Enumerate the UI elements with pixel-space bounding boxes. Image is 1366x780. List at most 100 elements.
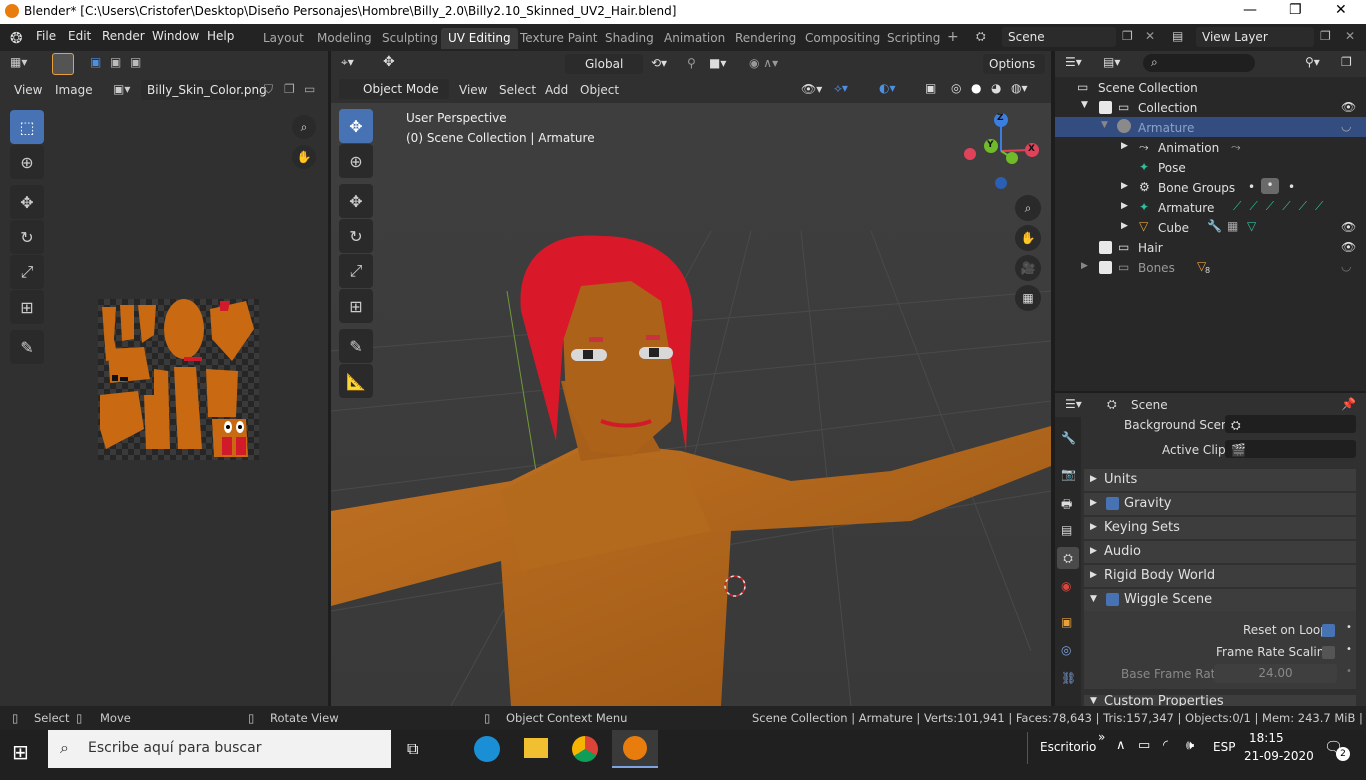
outliner-row-cube[interactable]: ▶ ▽ Cube 🔧 ▦ ▽ 👁 [1055,217,1366,237]
language-indicator[interactable]: ESP [1213,740,1235,754]
transform-tool-icon[interactable]: ⊞ [339,289,373,323]
editor-type-icon[interactable]: ▦▾ [10,55,27,69]
outliner-row-pose[interactable]: ✦ Pose [1055,157,1366,177]
select-box-tool-icon[interactable]: ✥ [339,109,373,143]
panel-audio[interactable]: ▶ Audio [1084,541,1356,563]
physics-tab-icon[interactable]: ◎ [1061,643,1071,657]
show-hidden-icons-icon[interactable]: ∧ [1116,738,1126,753]
perspective-grid-icon[interactable]: ▦ [1015,285,1041,311]
editor-type-icon[interactable]: ☰▾ [1065,397,1082,411]
scale-tool-icon[interactable]: ⤢ [10,255,44,289]
hidden-eye-icon[interactable]: ◡ [1341,119,1351,133]
navigation-gizmo[interactable]: Z X Y [961,113,1041,193]
output-tab-icon[interactable]: 🖶 [1061,495,1072,516]
base-frame-rate-field[interactable]: 24.00 [1214,664,1337,683]
tab-shading[interactable]: Shading [598,28,661,49]
filter-icon[interactable]: ⚲▾ [1305,55,1320,69]
fake-user-icon[interactable]: ⛉ [264,82,273,97]
annotate-tool-icon[interactable]: ✎ [10,330,44,364]
volume-icon[interactable]: 🕪 [1186,738,1194,753]
cursor-tool-icon[interactable]: ⊕ [10,145,44,179]
panel-gravity[interactable]: ▶ Gravity [1084,493,1356,515]
tab-modeling[interactable]: Modeling [310,28,379,49]
options-button[interactable]: Options [983,54,1045,74]
expand-icon[interactable]: ▶ [1121,201,1128,211]
keyframe-dot-icon[interactable]: • [1346,666,1352,677]
rendered-shading-icon[interactable]: ◍▾ [1011,81,1028,95]
panel-keying-sets[interactable]: ▶ Keying Sets [1084,517,1356,539]
outliner-row-collection[interactable]: ▼ ▭ Collection 👁 [1055,97,1366,117]
blender-menu-icon[interactable]: ❂ [10,29,23,47]
pivot-icon[interactable]: ⟲▾ [651,56,667,70]
panel-custom-properties[interactable]: ▼ Custom Properties [1084,695,1356,706]
view-layer-tab-icon[interactable]: ▤ [1061,523,1072,537]
outliner-search-input[interactable]: ⌕ [1143,54,1255,72]
image-browse-icon[interactable]: ▣▾ [113,82,130,96]
new-scene-icon[interactable]: ❐ [1122,29,1133,43]
gravity-checkbox[interactable] [1106,497,1119,510]
wiggle-scene-checkbox[interactable] [1106,593,1119,606]
tab-sculpting[interactable]: Sculpting [375,28,445,49]
expand-icon[interactable]: ▼ [1081,100,1088,110]
file-explorer-icon[interactable] [524,738,548,758]
snap-icon[interactable]: ⚲ [687,56,696,70]
image-name-field[interactable]: Billy_Skin_Color.png [141,80,267,100]
panel-wiggle-scene[interactable]: ▼ Wiggle Scene [1084,589,1356,611]
mode-selector[interactable]: Object Mode [339,79,449,99]
reset-on-loop-checkbox[interactable] [1322,624,1335,637]
expand-icon[interactable]: ▶ [1121,221,1128,231]
tab-rendering[interactable]: Rendering [728,28,803,49]
constraint-tab-icon[interactable]: ⛓ [1061,671,1076,685]
camera-icon[interactable]: 🎥 [1015,255,1041,281]
menu-window[interactable]: Window [152,29,199,43]
toolbar-expand[interactable]: » [1098,730,1105,744]
overlay-icon[interactable]: ◐▾ [879,81,896,95]
eye-icon[interactable]: 👁 [1341,220,1356,234]
close-button[interactable]: ✕ [1335,2,1347,18]
task-view-icon[interactable]: ⧉ [407,739,418,759]
expand-icon[interactable]: ▶ [1121,141,1128,151]
tool-tab-icon[interactable]: 🔧 [1061,431,1076,445]
transform-tool-icon[interactable]: ⊞ [10,290,44,324]
keyframe-dot-icon[interactable]: • [1346,622,1352,633]
view-layer-icon[interactable]: ▤ [1172,29,1183,43]
new-image-icon[interactable]: ❐ [284,82,295,96]
object-tab-icon[interactable]: ▣ [1061,615,1072,629]
3d-viewport[interactable]: ⌖▾ ✥ Global ⟲▾ ⚲ ■▾ ◉ ∧▾ Options Object … [331,51,1051,706]
expand-icon[interactable]: ▶ [1121,181,1128,191]
pan-hand-icon[interactable]: ✋ [292,145,316,169]
proportional-edit-icon[interactable]: ◉ ∧▾ [749,56,778,70]
expand-icon[interactable]: ▼ [1101,120,1108,130]
clock-date[interactable]: 21-09-2020 [1244,749,1314,763]
network-icon[interactable]: ▭ [1138,738,1150,753]
outliner-row-armature-data[interactable]: ▶ ✦ Armature ⟋⟋⟋⟋⟋⟋ [1055,197,1366,217]
chrome-icon[interactable] [572,736,598,762]
material-shading-icon[interactable]: ◕ [991,81,1001,95]
view-layer-selector[interactable]: View Layer [1196,27,1314,47]
add-menu[interactable]: Add [545,83,568,97]
select-mode-icon[interactable] [52,53,74,75]
tab-scripting[interactable]: Scripting [880,28,947,49]
new-view-layer-icon[interactable]: ❐ [1320,29,1331,43]
solid-shading-icon[interactable]: ● [971,81,981,95]
render-tab-icon[interactable]: 📷 [1061,467,1076,481]
scale-tool-icon[interactable]: ⤢ [339,254,373,288]
taskbar-search-input[interactable]: ⌕ Escribe aquí para buscar [48,730,391,768]
select-extend-icon[interactable]: ▣ [110,55,121,69]
scene-tab-icon[interactable]: ⛭ [1057,547,1079,569]
edge-icon[interactable] [474,736,500,762]
clock-time[interactable]: 18:15 [1249,731,1284,745]
eye-icon[interactable]: 👁 [1341,240,1356,254]
select-menu[interactable]: Select [499,83,536,97]
menu-edit[interactable]: Edit [68,29,91,43]
panel-units[interactable]: ▶ Units [1084,469,1356,491]
uv-image-menu[interactable]: Image [55,83,93,97]
wifi-icon[interactable]: ◜ [1163,738,1168,753]
outliner-row-bones[interactable]: ▶ ▭ Bones ▽ 8 ◡ [1055,257,1366,277]
select-subtract-icon[interactable]: ▣ [130,55,141,69]
remove-scene-icon[interactable]: ✕ [1145,29,1155,43]
move-tool-icon[interactable]: ✥ [10,185,44,219]
scene-icon[interactable]: ⛭ [976,29,986,44]
outliner-row-bone-groups[interactable]: ▶ ⚙ Bone Groups • • • [1055,177,1366,197]
tab-uv-editing[interactable]: UV Editing [441,28,518,49]
